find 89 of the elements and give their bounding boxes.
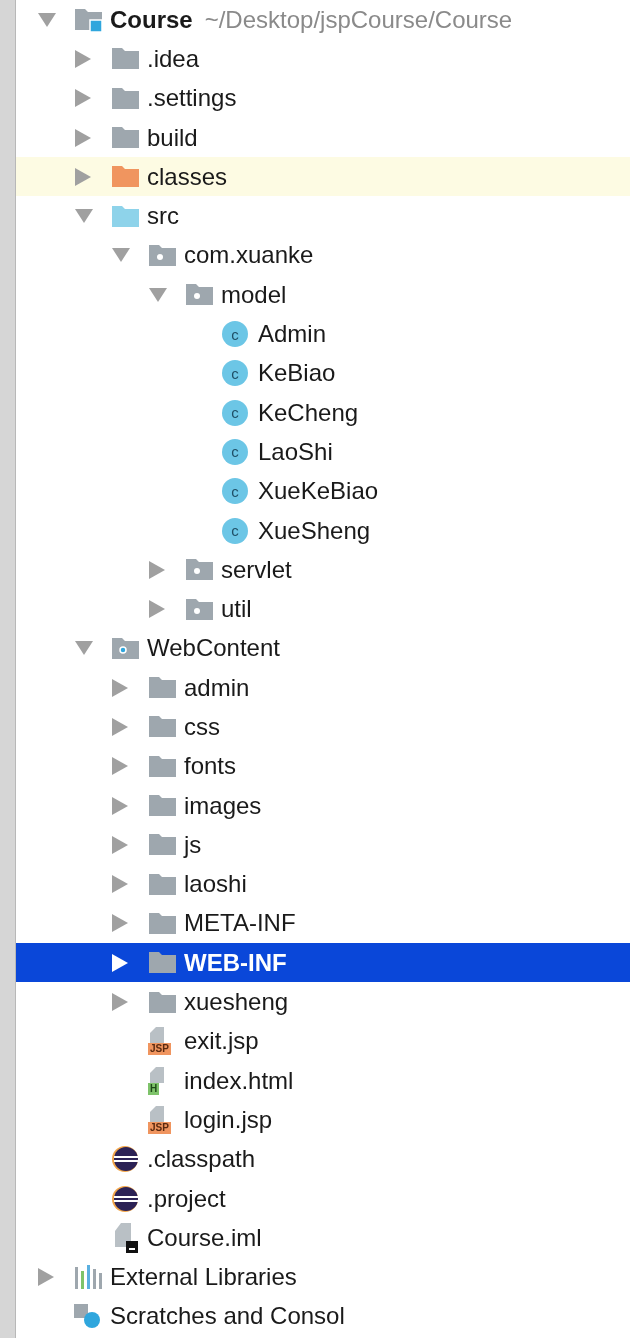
item-label: WEB-INF <box>184 947 287 978</box>
item-label: LaoShi <box>258 436 333 467</box>
tree-item[interactable]: .settings <box>16 78 630 118</box>
item-label: admin <box>184 672 250 703</box>
item-label: model <box>221 279 287 310</box>
tree-item[interactable]: model <box>16 275 630 315</box>
libraries-icon <box>74 1265 104 1290</box>
item-label: WebContent <box>147 633 280 664</box>
item-label: index.html <box>184 1065 294 1096</box>
tree-item[interactable]: c XueKeBiao <box>16 471 630 511</box>
class-icon: c <box>222 478 248 505</box>
tree-item[interactable]: Scratches and Consol <box>16 1296 630 1337</box>
class-icon: c <box>222 517 248 544</box>
item-label: servlet <box>221 554 292 585</box>
item-label: images <box>184 790 262 821</box>
eclipse-icon <box>111 1184 139 1213</box>
tree-item[interactable]: c Admin <box>16 314 630 354</box>
item-label: classes <box>147 161 228 192</box>
item-label: XueKeBiao <box>258 476 379 507</box>
file-type-badge: JSP <box>148 1043 171 1056</box>
tree-item[interactable]: admin <box>16 668 630 708</box>
tree-item[interactable]: build <box>16 117 630 158</box>
item-label: fonts <box>184 751 237 782</box>
item-label: Admin <box>258 319 327 349</box>
tree-item[interactable]: css <box>16 707 630 747</box>
tree-item[interactable]: Course ~/Desktop/jspCourse/Course <box>16 0 630 40</box>
tree-item[interactable]: WebContent <box>16 628 630 669</box>
item-label: XueSheng <box>258 515 371 546</box>
tree-item[interactable]: WEB-INF <box>16 943 630 983</box>
item-label: com.xuanke <box>184 240 314 271</box>
tree-item[interactable]: JSP exit.jsp <box>16 1021 630 1061</box>
item-label: .idea <box>147 43 200 74</box>
item-label: exit.jsp <box>184 1026 259 1057</box>
item-label: src <box>147 201 179 232</box>
scratch-icon <box>74 1304 100 1329</box>
project-name: Course <box>110 4 193 35</box>
folder-icon <box>74 6 104 34</box>
item-label: Course.iml <box>147 1222 262 1253</box>
collapse-arrow-icon[interactable] <box>112 248 130 263</box>
item-label: .settings <box>147 83 237 114</box>
file-type-badge: H <box>148 1082 160 1095</box>
item-label: build <box>147 122 198 153</box>
class-icon: c <box>222 321 248 347</box>
tree-item[interactable]: images <box>16 785 630 826</box>
collapse-arrow-icon[interactable] <box>75 209 93 224</box>
item-label: .project <box>147 1183 226 1214</box>
tree-item[interactable]: c KeCheng <box>16 392 630 433</box>
tree-item[interactable]: .classpath <box>16 1139 630 1179</box>
item-label: Scratches and Consol <box>110 1301 345 1332</box>
tree-item[interactable]: laoshi <box>16 864 630 904</box>
class-icon: c <box>222 360 248 387</box>
tree-item[interactable]: js <box>16 825 630 865</box>
item-label: External Libraries <box>110 1262 297 1293</box>
item-label: js <box>184 829 202 860</box>
item-label: .classpath <box>147 1144 256 1175</box>
item-label: KeBiao <box>258 358 336 389</box>
tree-item[interactable]: Course.iml <box>16 1218 630 1258</box>
item-label: login.jsp <box>184 1104 273 1135</box>
tree-item[interactable]: classes <box>16 157 630 197</box>
collapse-arrow-icon[interactable] <box>38 12 56 27</box>
file-type-badge: JSP <box>148 1121 171 1134</box>
expand-arrow-icon[interactable] <box>112 953 128 972</box>
tree-item[interactable]: H index.html <box>16 1061 630 1101</box>
class-icon: c <box>222 399 248 426</box>
eclipse-icon <box>111 1145 139 1174</box>
tree-item[interactable]: JSP login.jsp <box>16 1100 630 1140</box>
tree-item[interactable]: .project <box>16 1178 630 1219</box>
item-label: util <box>221 594 252 625</box>
item-label: META-INF <box>184 908 296 939</box>
collapse-arrow-icon[interactable] <box>149 287 167 302</box>
tree-item[interactable]: External Libraries <box>16 1257 630 1297</box>
class-icon: c <box>222 438 248 465</box>
tree-item[interactable]: src <box>16 196 630 236</box>
item-label: KeCheng <box>258 397 359 428</box>
tree-item[interactable]: c XueSheng <box>16 510 630 551</box>
collapse-arrow-icon[interactable] <box>75 641 93 656</box>
tree-item[interactable]: .idea <box>16 39 630 79</box>
tree-item[interactable]: c LaoShi <box>16 432 630 472</box>
tree-item[interactable]: util <box>16 589 630 629</box>
tree-item[interactable]: META-INF <box>16 903 630 944</box>
item-label: css <box>184 712 220 742</box>
item-label: laoshi <box>184 869 247 900</box>
tree-item[interactable]: com.xuanke <box>16 235 630 276</box>
tree-item[interactable]: xuesheng <box>16 982 630 1022</box>
tree-item[interactable]: fonts <box>16 746 630 786</box>
item-label: xuesheng <box>184 987 289 1018</box>
tree-item[interactable]: servlet <box>16 550 630 590</box>
tree-item[interactable]: c KeBiao <box>16 353 630 393</box>
project-path: ~/Desktop/jspCourse/Course <box>204 4 513 35</box>
